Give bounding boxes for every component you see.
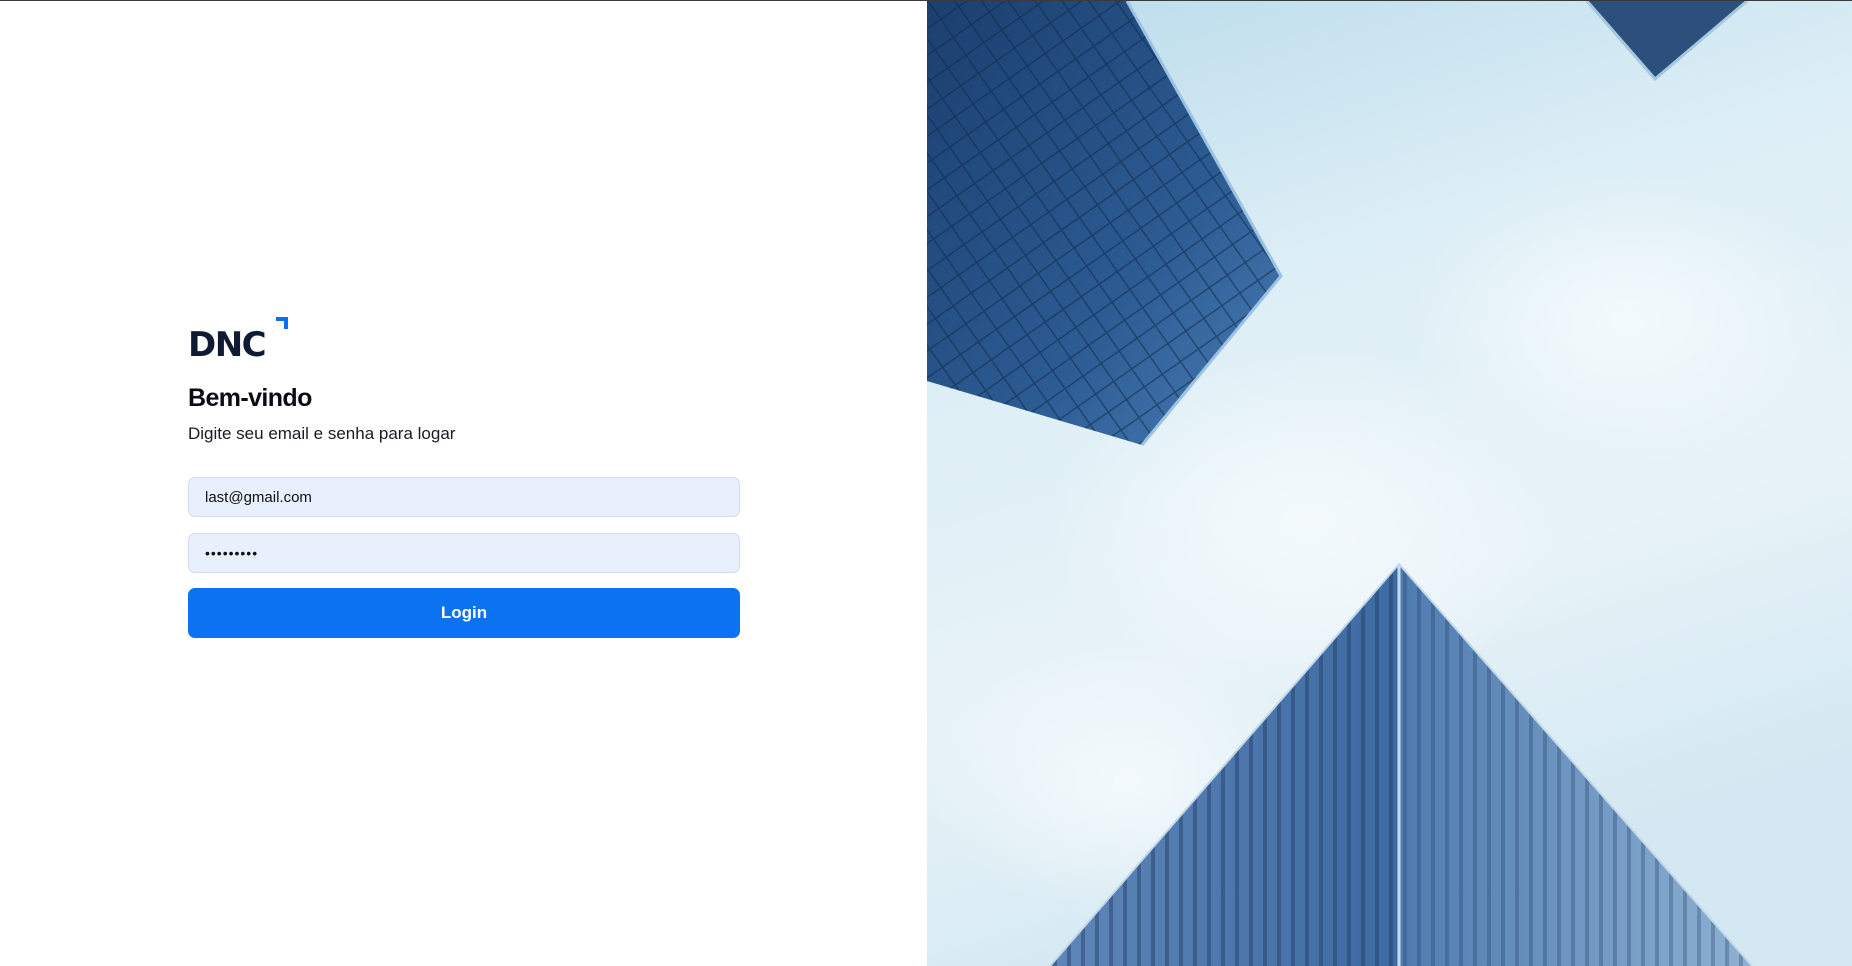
page-title: Bem-vindo	[188, 384, 312, 412]
hero-image	[927, 1, 1852, 966]
email-field[interactable]	[188, 477, 740, 517]
login-button[interactable]: Login	[188, 588, 740, 638]
skyscrapers-photo-icon	[927, 1, 1852, 966]
page-subtitle: Digite seu email e senha para logar	[188, 424, 456, 443]
login-panel: DNC Bem-vindo Digite seu email e senha p…	[0, 1, 927, 966]
dnc-logo-icon: DNC	[188, 317, 288, 359]
password-field[interactable]	[188, 533, 740, 573]
dnc-logo: DNC	[188, 315, 290, 359]
logo-text: DNC	[188, 325, 265, 359]
login-form: DNC Bem-vindo Digite seu email e senha p…	[188, 315, 740, 638]
login-page: DNC Bem-vindo Digite seu email e senha p…	[0, 0, 1852, 966]
logo-corner-mark	[276, 317, 288, 329]
